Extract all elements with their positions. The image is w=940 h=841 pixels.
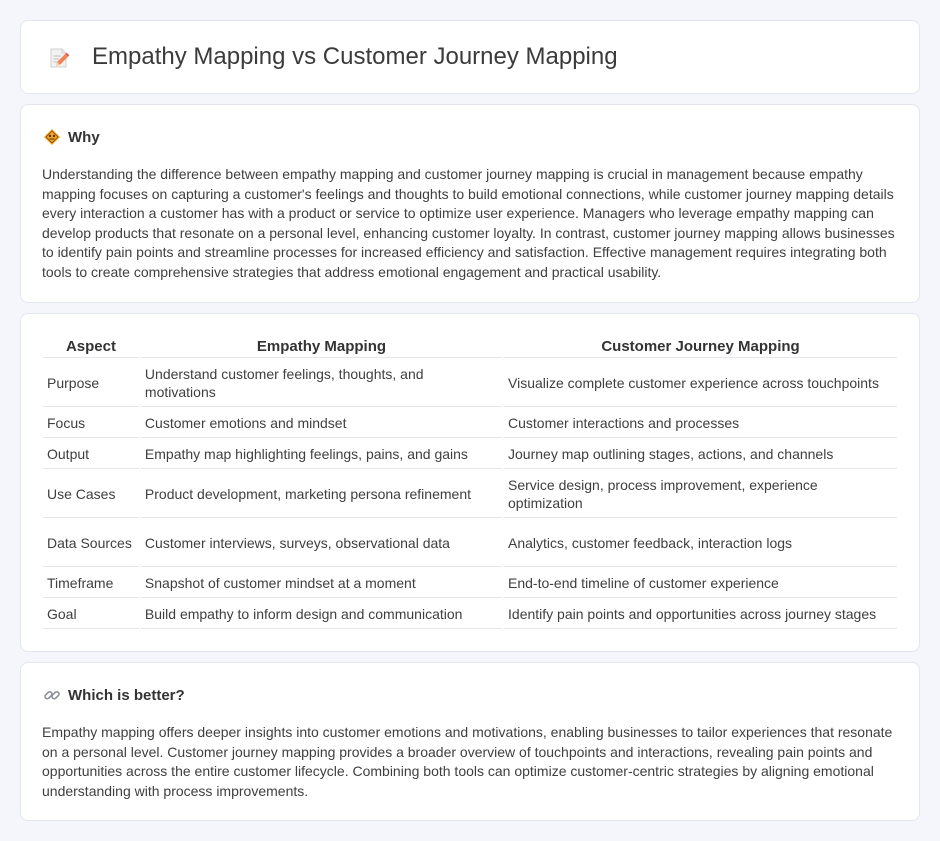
cell-empathy: Customer interviews, surveys, observatio… (140, 520, 503, 567)
table-header-row: Aspect Empathy Mapping Customer Journey … (43, 338, 897, 358)
cell-aspect: Data Sources (43, 520, 139, 567)
header-card: Empathy Mapping vs Customer Journey Mapp… (20, 20, 920, 94)
table-row: Output Empathy map highlighting feelings… (43, 440, 897, 469)
cell-aspect: Focus (43, 409, 139, 438)
why-heading-row: Why (43, 127, 100, 147)
cell-journey: Service design, process improvement, exp… (504, 471, 897, 518)
diamond-sign-icon (43, 128, 61, 146)
cell-journey: Visualize complete customer experience a… (504, 360, 897, 407)
table-row: Timeframe Snapshot of customer mindset a… (43, 569, 897, 598)
cell-journey: Identify pain points and opportunities a… (504, 600, 897, 629)
header-customer-journey-mapping: Customer Journey Mapping (504, 338, 897, 358)
table-row: Focus Customer emotions and mindset Cust… (43, 409, 897, 438)
cell-empathy: Snapshot of customer mindset at a moment (140, 569, 503, 598)
cell-empathy: Empathy map highlighting feelings, pains… (140, 440, 503, 469)
link-icon (43, 686, 61, 704)
table-row: Goal Build empathy to inform design and … (43, 600, 897, 629)
cell-empathy: Understand customer feelings, thoughts, … (140, 360, 503, 407)
page-title: Empathy Mapping vs Customer Journey Mapp… (92, 43, 618, 70)
better-heading-row: Which is better? (43, 685, 185, 705)
cell-aspect: Timeframe (43, 569, 139, 598)
which-is-better-section: Which is better? Empathy mapping offers … (20, 662, 920, 821)
better-heading: Which is better? (68, 686, 185, 704)
cell-journey: Analytics, customer feedback, interactio… (504, 520, 897, 567)
cell-aspect: Purpose (43, 360, 139, 407)
cell-journey: End-to-end timeline of customer experien… (504, 569, 897, 598)
why-section: Why Understanding the difference between… (20, 104, 920, 303)
table-row: Data Sources Customer interviews, survey… (43, 520, 897, 567)
cell-empathy: Customer emotions and mindset (140, 409, 503, 438)
header-aspect: Aspect (43, 338, 139, 358)
header-empathy-mapping: Empathy Mapping (140, 338, 503, 358)
cell-journey: Journey map outlining stages, actions, a… (504, 440, 897, 469)
comparison-table: Aspect Empathy Mapping Customer Journey … (41, 336, 899, 631)
cell-empathy: Build empathy to inform design and commu… (140, 600, 503, 629)
why-text: Understanding the difference between emp… (42, 166, 895, 280)
cell-empathy: Product development, marketing persona r… (140, 471, 503, 518)
document-pencil-icon (47, 46, 71, 70)
cell-journey: Customer interactions and processes (504, 409, 897, 438)
table-row: Purpose Understand customer feelings, th… (43, 360, 897, 407)
comparison-section: Aspect Empathy Mapping Customer Journey … (20, 313, 920, 652)
cell-aspect: Goal (43, 600, 139, 629)
better-text: Empathy mapping offers deeper insights i… (42, 724, 893, 799)
cell-aspect: Output (43, 440, 139, 469)
cell-aspect: Use Cases (43, 471, 139, 518)
table-row: Use Cases Product development, marketing… (43, 471, 897, 518)
why-heading: Why (68, 128, 100, 146)
